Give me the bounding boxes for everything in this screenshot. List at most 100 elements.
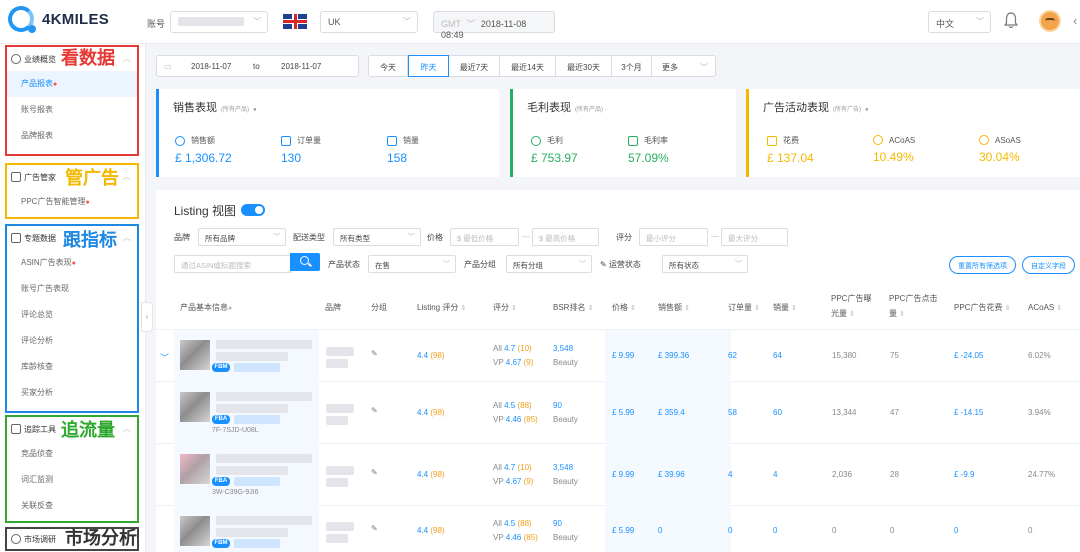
acoas-value: 3.94% [1028,408,1051,417]
brand-redacted [326,416,348,425]
sidebar-item-keyword-monitor[interactable]: 词汇监测 [7,467,137,493]
date-range-picker[interactable]: ▭ 2018-11-07 to 2018-11-07 [156,55,359,77]
ops-filter-select[interactable]: 所有状态 ﹀ [662,255,748,273]
group-filter-label: 产品分组 [464,260,496,269]
sidebar-item-review-overview[interactable]: 评论总览 [7,302,137,328]
acoas-value: 24.77% [1028,470,1056,479]
bell-icon[interactable] [1004,12,1018,29]
search-button[interactable] [290,253,320,271]
table-row[interactable]: FBA 3W-C39G-9JI6 ✎ 4.4 (98) All 4.7 (10) VP 4… [156,444,1080,506]
edit-group-icon[interactable]: ✎ [371,406,378,415]
language-select[interactable]: 中文 ﹀ [928,11,991,33]
metric-sales: 销售额 £ 1,306.72 [175,135,232,165]
brand-filter-select[interactable]: 所有品牌 ﹀ [198,228,286,246]
product-thumbnail[interactable] [180,516,210,546]
sidebar-item-inventory-age[interactable]: 库龄核查 [7,354,137,380]
table-row[interactable]: FBM ✎ 4.4 (98) All 4.5 (88) VP 4.46 (85) 90 Be… [156,506,1080,552]
user-avatar[interactable] [1039,10,1061,32]
timezone-select[interactable]: GMT ﹀ 2018-11-08 08:49 [433,11,555,40]
table-row[interactable]: ﹀ FBM ✎ 4.4 (98) All 4.7 (10) VP 4.67 (9) 3,54… [156,330,1080,382]
edit-group-icon[interactable]: ✎ [371,524,378,533]
rating-min-input[interactable]: 最小评分 [639,228,708,246]
range-3months-button[interactable]: 3个月 [612,55,652,77]
bsr-category: Beauty [553,415,578,424]
listing-view-toggle[interactable] [241,204,265,216]
annotation-market-analysis: 市场分析 [65,528,137,548]
rating-max-input[interactable]: 最大评分 [721,228,788,246]
col-clicks[interactable]: PPC广告点击量 ⇕ [889,291,937,322]
chevron-down-icon: ﹀ [443,261,450,268]
sidebar-item-asin-ads[interactable]: ASIN广告表现● [7,250,137,276]
overflow-icon[interactable]: ‹ [1073,13,1077,28]
sidebar-item-account-ads[interactable]: 账号广告表现 [7,276,137,302]
col-price[interactable]: 价格 ⇕ [612,300,636,316]
product-sku: 7F-7SJD-U08L [212,427,259,434]
ship-type-select[interactable]: 所有类型 ﹀ [333,228,421,246]
product-thumbnail[interactable] [180,392,210,422]
col-acoas[interactable]: ACoAS ⇕ [1028,300,1062,316]
sidebar-item-account-report[interactable]: 账号报表 [7,97,137,123]
custom-fields-button[interactable]: 自定义字段 [1022,256,1075,274]
sort-icon: ⇕ [511,305,518,312]
price-max-input[interactable]: $ 最高价格 [532,228,599,246]
sidebar-item-review-analysis[interactable]: 评论分析 [7,328,137,354]
product-title-redacted [216,516,312,525]
range-7days-button[interactable]: 最近7天 [449,55,500,77]
sidebar-item-competitor-watch[interactable]: 竞品侦查 [7,441,137,467]
sidebar-item-buyer-analysis[interactable]: 买家分析 [7,380,137,406]
col-rating[interactable]: 评分 ⇕ [493,300,517,316]
spend-value: 0 [954,526,959,535]
range-14days-button[interactable]: 最近14天 [500,55,556,77]
sidebar-item-ppc-manager[interactable]: PPC广告智能管理● [7,189,137,215]
bsr-rank[interactable]: 90 [553,401,562,410]
sales-performance-card: 销售表现 (所有产品) ● 销售额 £ 1,306.72 订单量 130 销量 15… [156,89,499,177]
sidebar-group-tracking: 追踪工具 ︿ 追流量 竞品侦查 词汇监测 关联反查 [5,415,139,523]
col-impressions[interactable]: PPC广告曝 光量 ⇕ [831,291,871,322]
listing-panel: Listing 视图 品牌 所有品牌 ﹀ 配送类型 所有类型 ﹀ 价格 $ 最低价格… [156,190,1080,552]
bsr-rank[interactable]: 3,548 [553,344,573,353]
col-bsr[interactable]: BSR排名 ⇕ [553,300,594,316]
reset-filters-button[interactable]: 重置所有筛选项 [949,256,1016,274]
edit-group-icon[interactable]: ✎ [371,349,378,358]
bsr-rank[interactable]: 90 [553,519,562,528]
spend-value: £ -9.9 [954,470,975,479]
asin-search-input[interactable]: 通过ASIN或标题搜索 [174,255,292,273]
listing-score: 4.4 (98) [417,408,445,417]
price-value: £ 9.99 [612,470,635,479]
rating-all: All 4.5 (88) [493,519,532,528]
range-yesterday-button[interactable]: 昨天 [408,55,449,77]
col-listing-score[interactable]: Listing 评分 ⇕ [417,300,466,316]
metric-orders: 订单量 130 [281,135,321,165]
account-select[interactable]: ﹀ [170,11,268,33]
sidebar-item-reverse-lookup[interactable]: 关联反查 [7,493,137,519]
sort-icon: ⇕ [630,305,637,312]
marketplace-select[interactable]: UK ﹀ [320,11,418,33]
status-filter-select[interactable]: 在售 ﹀ [368,255,456,273]
sidebar-item-product-report[interactable]: 产品报表● [7,71,137,97]
bar-chart-icon [387,135,397,146]
range-30days-button[interactable]: 最近30天 [556,55,612,77]
sidebar-item-brand-report[interactable]: 品牌报表 [7,123,137,149]
range-more-select[interactable]: 更多 ﹀ [652,55,716,77]
col-units[interactable]: 销量 ⇕ [773,300,797,316]
product-thumbnail[interactable] [180,454,210,484]
col-orders[interactable]: 订单量 ⇕ [728,300,760,316]
annotation-manage-ads: 管广告 [65,168,119,188]
chevron-down-icon: ﹀ [273,234,280,241]
sidebar-collapse-button[interactable]: ‹ [141,302,153,332]
table-row[interactable]: FBA 7F-7SJD-U08L ✎ 4.4 (98) All 4.5 (88) VP 4… [156,382,1080,444]
group-filter-select[interactable]: 所有分组 ﹀ [506,255,592,273]
product-thumbnail[interactable] [180,340,210,370]
col-product[interactable]: 产品基本信息● [180,300,232,316]
col-sales[interactable]: 销售额 ⇕ [658,300,690,316]
metric-profit: 毛利 £ 753.97 [531,135,578,165]
expand-row-icon[interactable]: ﹀ [160,351,169,364]
sort-icon: ⇕ [849,311,856,318]
range-today-button[interactable]: 今天 [368,55,408,77]
edit-group-icon[interactable]: ✎ [371,468,378,477]
bsr-rank[interactable]: 3,548 [553,463,573,472]
app-logo[interactable]: 4KMILES [8,6,109,33]
pie-chart-icon [873,135,883,145]
col-spend[interactable]: PPC广告花费 ⇕ [954,300,1011,316]
price-min-input[interactable]: $ 最低价格 [450,228,519,246]
